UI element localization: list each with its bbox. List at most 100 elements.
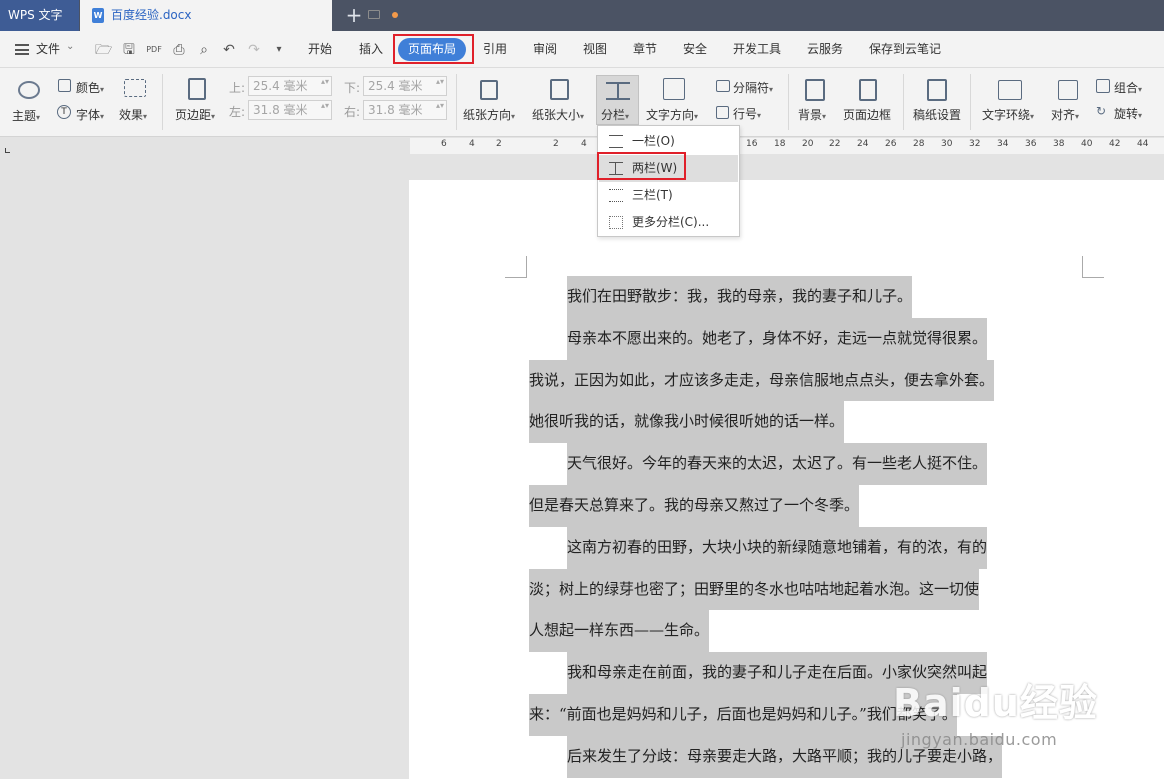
bottom-margin-input[interactable]: 25.4 毫米 — [363, 76, 447, 96]
paper-size-icon[interactable] — [550, 79, 569, 100]
tab-stop-selector[interactable] — [5, 148, 10, 153]
rotate-button[interactable]: 旋转▾ — [1114, 105, 1142, 122]
tab-view[interactable]: 视图 — [583, 31, 607, 68]
monitor-icon[interactable] — [368, 10, 380, 19]
print-icon[interactable]: ⎙ — [171, 42, 187, 58]
text-wrap-button[interactable]: 文字环绕▾ — [982, 106, 1034, 123]
tab-home[interactable]: 开始 — [308, 31, 332, 68]
page-border-button[interactable]: 页面边框 — [843, 106, 891, 123]
orientation-icon[interactable] — [480, 80, 498, 100]
text-line[interactable]: 天气很好。今年的春天来的太迟，太迟了。有一些老人挺不住。 — [529, 443, 1082, 485]
tab-insert[interactable]: 插入 — [359, 31, 383, 68]
text-line[interactable]: 但是春天总算来了。我的母亲又熬过了一个冬季。 — [529, 484, 1082, 527]
chevron-down-icon[interactable]: ⌄ — [66, 41, 74, 52]
columns-button[interactable]: 分栏▾ — [596, 75, 639, 125]
grid-paper-button[interactable]: 稿纸设置 — [913, 106, 961, 123]
unsaved-dot-icon[interactable] — [392, 12, 398, 18]
ruler-number: 32 — [969, 139, 981, 149]
horizontal-ruler[interactable]: 6 4 2 2 4 16 18 20 22 24 26 28 30 32 34 … — [410, 138, 1164, 154]
color-grid-icon[interactable] — [58, 79, 71, 92]
color-button[interactable]: 颜色▾ — [76, 79, 104, 96]
menu-item-label: 三栏(T) — [632, 188, 673, 202]
align-button[interactable]: 对齐▾ — [1051, 106, 1079, 123]
ruler-number: 44 — [1137, 139, 1149, 149]
theme-palette-icon[interactable] — [18, 81, 40, 99]
ribbon-separator — [162, 74, 163, 130]
tab-references[interactable]: 引用 — [483, 31, 507, 68]
left-margin-label: 左: — [229, 105, 246, 119]
crop-mark-top-left — [505, 256, 527, 278]
ruler-number: 4 — [469, 139, 475, 149]
text-direction-button[interactable]: 文字方向▾ — [646, 106, 698, 123]
left-margin-input[interactable]: 31.8 毫米 — [248, 100, 332, 120]
tab-developer[interactable]: 开发工具 — [733, 31, 781, 68]
font-circle-icon[interactable]: T — [57, 105, 71, 119]
align-icon[interactable] — [1058, 80, 1078, 100]
page-border-icon[interactable] — [859, 79, 877, 101]
background-button[interactable]: 背景▾ — [798, 106, 826, 123]
tab-review[interactable]: 审阅 — [533, 31, 557, 68]
export-pdf-icon[interactable]: PDF — [146, 42, 162, 58]
line-numbers-icon[interactable] — [716, 106, 729, 119]
orientation-button[interactable]: 纸张方向▾ — [463, 106, 515, 123]
ribbon-separator — [456, 74, 457, 130]
text-line[interactable]: 我说，正因为如此，才应该多走走，母亲信服地点点头，便去拿外套。 — [529, 359, 1082, 402]
ruler-number: 16 — [746, 139, 758, 149]
menu-item-one-column[interactable]: 一栏(O) — [599, 128, 738, 155]
text-line[interactable]: 人想起一样东西——生命。 — [529, 610, 1082, 653]
ruler-number: 20 — [802, 139, 814, 149]
text-line[interactable]: 我们在田野散步：我，我的母亲，我的妻子和儿子。 — [529, 276, 1082, 318]
undo-icon[interactable]: ↶ — [221, 42, 237, 58]
new-tab-button[interactable]: + — [344, 4, 364, 26]
tab-security[interactable]: 安全 — [683, 31, 707, 68]
one-column-icon — [609, 135, 623, 148]
ruler-number: 30 — [941, 139, 953, 149]
breaks-button[interactable]: 分隔符▾ — [733, 79, 773, 96]
text-line[interactable]: 母亲本不愿出来的。她老了，身体不好，走远一点就觉得很累。 — [529, 317, 1082, 360]
group-button[interactable]: 组合▾ — [1114, 79, 1142, 96]
margins-icon[interactable] — [188, 78, 206, 100]
menu-item-three-columns[interactable]: 三栏(T) — [599, 182, 738, 209]
background-icon[interactable] — [805, 79, 825, 101]
more-columns-icon — [609, 216, 623, 229]
text-line[interactable]: 这南方初春的田野，大块小块的新绿随意地铺着，有的浓，有的 — [529, 526, 1082, 569]
ribbon-separator — [788, 74, 789, 130]
effect-button[interactable]: 效果▾ — [119, 106, 147, 123]
ribbon-separator — [970, 74, 971, 130]
file-menu-button[interactable]: 文件 — [36, 31, 60, 68]
line-numbers-button[interactable]: 行号▾ — [733, 105, 761, 122]
menu-item-more-columns[interactable]: 更多分栏(C)... — [599, 209, 738, 236]
text-wrap-icon[interactable] — [998, 80, 1022, 100]
bottom-margin-label: 下: — [344, 81, 361, 95]
print-preview-icon[interactable]: ⌕ — [196, 42, 212, 58]
columns-icon — [606, 82, 630, 100]
group-icon[interactable] — [1096, 79, 1110, 93]
paper-size-button[interactable]: 纸张大小▾ — [532, 106, 584, 123]
rotate-icon[interactable]: ↻ — [1096, 104, 1106, 118]
redo-icon[interactable]: ↷ — [246, 42, 262, 58]
effect-icon[interactable] — [124, 79, 146, 97]
crop-mark-top-right — [1082, 256, 1104, 278]
save-icon[interactable]: 🖫 — [121, 42, 137, 58]
customize-toolbar-icon[interactable]: ▾ — [271, 42, 287, 58]
text-line[interactable]: 淡；树上的绿芽也密了；田野里的冬水也咕咕地起着水泡。这一切使 — [529, 568, 1082, 611]
text-line[interactable]: 她很听我的话，就像我小时候很听她的话一样。 — [529, 401, 1082, 444]
margins-button[interactable]: 页边距▾ — [175, 106, 215, 123]
text-direction-icon[interactable] — [663, 78, 685, 100]
top-margin-input[interactable]: 25.4 毫米 — [248, 76, 332, 96]
grid-paper-icon[interactable] — [927, 79, 947, 101]
tab-sections[interactable]: 章节 — [633, 31, 657, 68]
font-button[interactable]: 字体▾ — [76, 106, 104, 123]
document-tab[interactable]: W 百度经验.docx — [80, 0, 398, 31]
breaks-icon[interactable] — [716, 80, 730, 92]
ruler-number: 40 — [1081, 139, 1093, 149]
ruler-number: 22 — [829, 139, 841, 149]
open-folder-icon[interactable]: 🗁 — [95, 42, 112, 58]
hamburger-icon[interactable] — [15, 44, 29, 55]
tab-save-to-cloud-notes[interactable]: 保存到云笔记 — [869, 31, 941, 68]
right-margin-input[interactable]: 31.8 毫米 — [363, 100, 447, 120]
theme-button[interactable]: 主题▾ — [12, 107, 40, 124]
app-tab[interactable]: WPS 文字 — [0, 0, 79, 31]
tab-cloud[interactable]: 云服务 — [807, 31, 843, 68]
highlight-box-page-layout — [393, 34, 474, 64]
